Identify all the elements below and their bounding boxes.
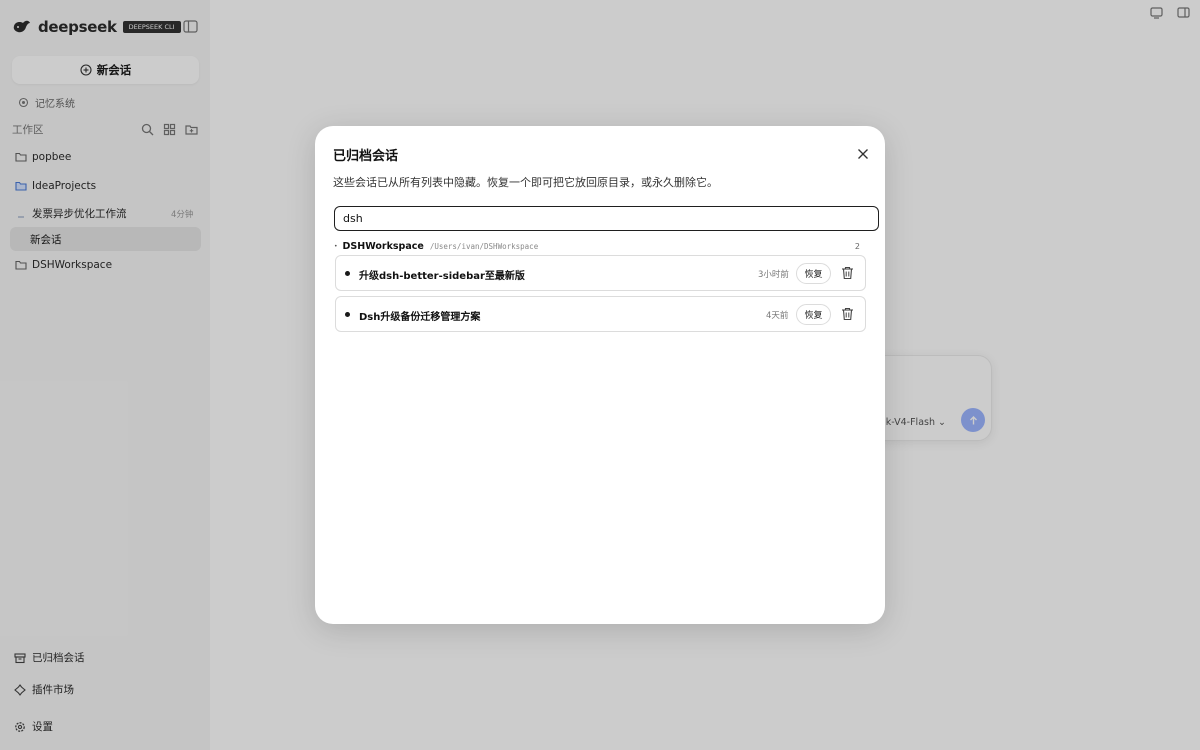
conversation-time: 4天前: [766, 311, 789, 321]
trash-icon[interactable]: [841, 307, 854, 321]
group-name: DSHWorkspace: [342, 240, 424, 252]
workspace-group-header[interactable]: • DSHWorkspace /Users/ivan/DSHWorkspace …: [334, 239, 860, 253]
dialog-title: 已归档会话: [333, 149, 399, 164]
group-count: 2: [854, 241, 860, 251]
trash-icon[interactable]: [841, 266, 854, 280]
bullet-icon: [345, 271, 350, 276]
archived-chats-dialog: 已归档会话 这些会话已从所有列表中隐藏。恢复一个即可把它放回原目录，或永久删除它…: [315, 126, 885, 624]
archived-conversation-row: 升级dsh-better-sidebar至最新版 3小时前 恢复: [335, 255, 866, 291]
bullet-icon: [345, 312, 350, 317]
conversation-time: 3小时前: [758, 270, 789, 280]
restore-button[interactable]: 恢复: [796, 304, 831, 325]
archived-conversation-row: Dsh升级备份迁移管理方案 4天前 恢复: [335, 296, 866, 332]
dialog-description: 这些会话已从所有列表中隐藏。恢复一个即可把它放回原目录，或永久删除它。: [333, 176, 718, 189]
archive-search-input[interactable]: [334, 206, 879, 231]
group-path: /Users/ivan/DSHWorkspace: [429, 241, 539, 251]
caret-icon: •: [334, 242, 338, 250]
restore-button[interactable]: 恢复: [796, 263, 831, 284]
close-icon[interactable]: [856, 147, 870, 161]
conversation-title: Dsh升级备份迁移管理方案: [359, 312, 481, 323]
conversation-title: 升级dsh-better-sidebar至最新版: [359, 271, 525, 282]
